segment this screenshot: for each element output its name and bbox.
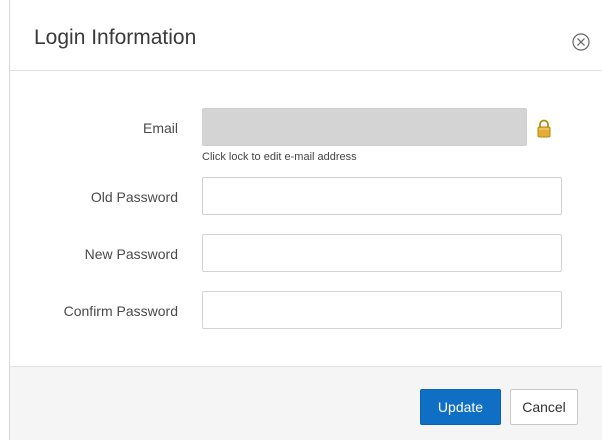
email-label: Email	[142, 120, 178, 136]
dialog-header: Login Information	[10, 0, 602, 71]
old-password-row: Old Password	[10, 177, 602, 217]
new-password-label: New Password	[84, 246, 178, 262]
confirm-password-label: Confirm Password	[63, 303, 178, 319]
confirm-password-field[interactable]	[202, 291, 562, 329]
update-button[interactable]: Update	[420, 389, 501, 425]
old-password-label: Old Password	[90, 189, 178, 205]
close-icon[interactable]	[572, 33, 590, 51]
old-password-field[interactable]	[202, 177, 562, 215]
background-edge	[0, 0, 10, 440]
cancel-button[interactable]: Cancel	[510, 389, 578, 425]
new-password-field[interactable]	[202, 234, 562, 272]
confirm-password-row: Confirm Password	[10, 291, 602, 331]
login-information-dialog: Login Information Email Click lock to ed…	[10, 0, 602, 440]
dialog-title: Login Information	[34, 26, 197, 49]
email-field	[202, 108, 527, 146]
email-helper-text: Click lock to edit e-mail address	[202, 151, 357, 163]
new-password-row: New Password	[10, 234, 602, 274]
dialog-footer: Update Cancel	[10, 366, 602, 440]
email-row: Email Click lock to edit e-mail address	[10, 108, 602, 163]
lock-icon[interactable]	[536, 119, 552, 139]
page: Login Information Email Click lock to ed…	[0, 0, 602, 440]
dialog-body: Email Click lock to edit e-mail address …	[10, 71, 602, 367]
